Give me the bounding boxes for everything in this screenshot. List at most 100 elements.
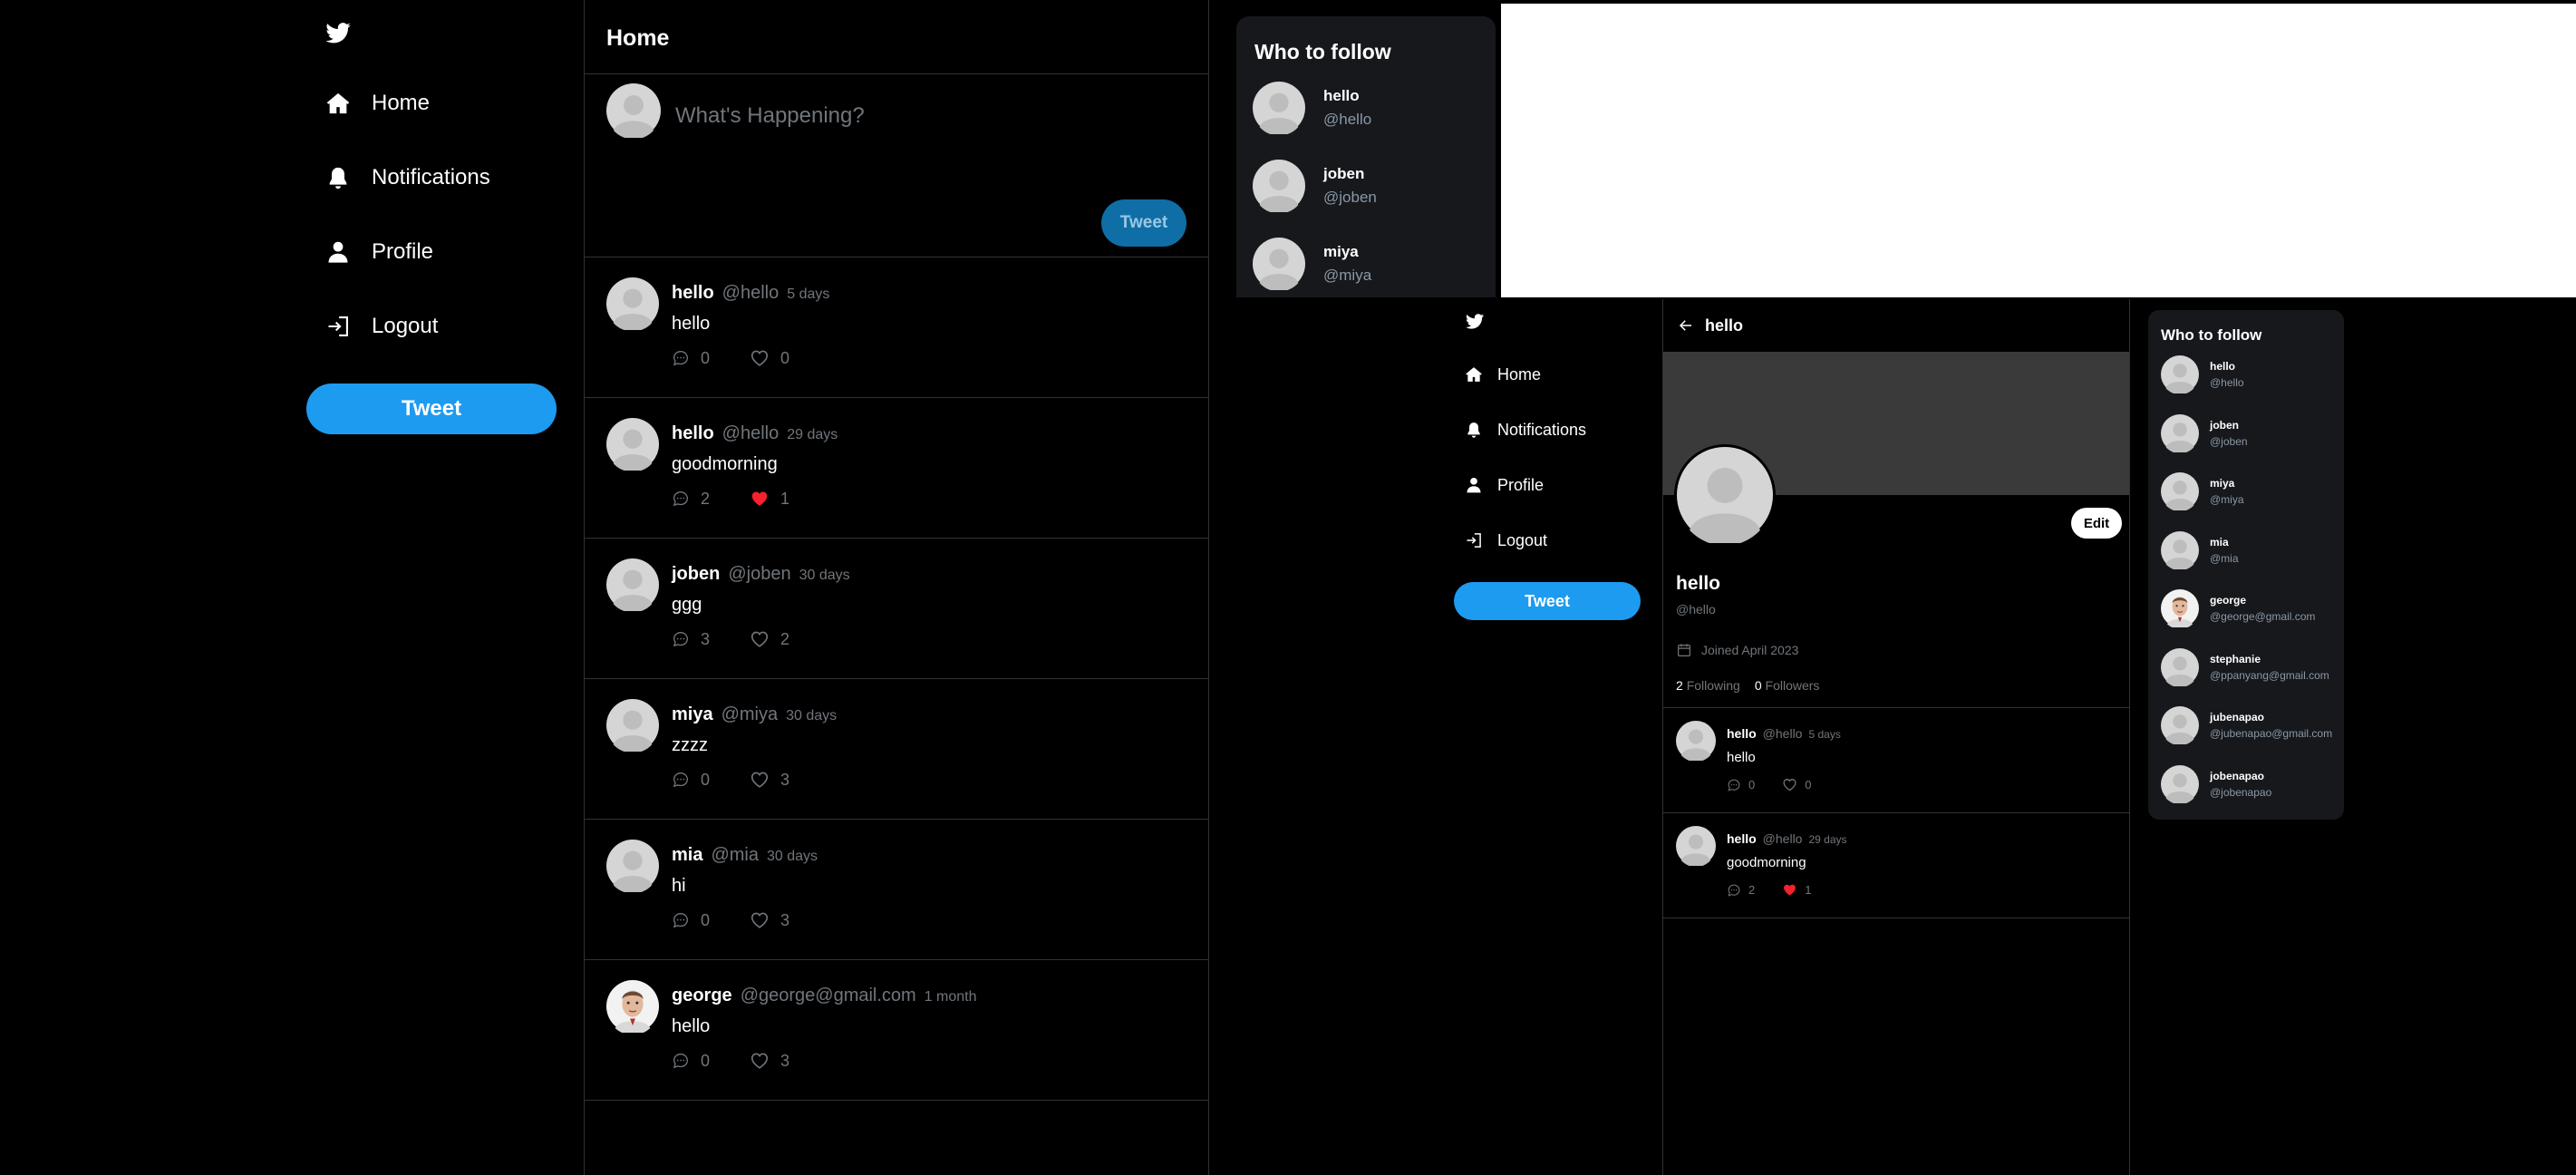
nav-item-notifications[interactable]: Notifications	[1465, 416, 1586, 443]
avatar	[2161, 706, 2199, 744]
following-link[interactable]: 2 Following	[1676, 678, 1740, 693]
home-feed: Home What's Happening? Tweet hello @hello…	[584, 0, 1209, 1175]
tweet-time: 30 days	[799, 568, 850, 583]
reply-button[interactable]: 0	[672, 770, 710, 790]
reply-button[interactable]: 2	[1727, 882, 1755, 898]
reply-count: 0	[701, 770, 711, 789]
tweet-item[interactable]: joben @joben 30 days ggg 3 2	[585, 539, 1208, 679]
author-name[interactable]: joben	[672, 564, 720, 585]
avatar	[1253, 160, 1305, 212]
author-name[interactable]: hello	[1727, 726, 1757, 741]
author-name[interactable]: miya	[672, 704, 713, 725]
calendar-icon	[1676, 642, 1692, 658]
twitter-logo-icon[interactable]	[324, 20, 352, 47]
nav-item-profile[interactable]: Profile	[1465, 471, 1544, 499]
user-icon	[1465, 476, 1483, 494]
bell-icon	[1465, 421, 1483, 439]
nav-item-profile[interactable]: Profile	[324, 232, 433, 272]
author-name[interactable]: hello	[672, 283, 714, 304]
reply-count: 3	[701, 629, 711, 648]
reply-button[interactable]: 0	[1727, 777, 1755, 792]
profile-page: hello Edit hello @hello Joined April 202…	[1662, 299, 2130, 1175]
suggested-user[interactable]: hello @hello	[2161, 355, 2339, 393]
nav-item-notifications[interactable]: Notifications	[324, 158, 490, 198]
suggested-user[interactable]: mia @mia	[2161, 531, 2339, 569]
suggested-user[interactable]: miya @miya	[2161, 472, 2339, 510]
like-button[interactable]: 3	[750, 1051, 789, 1071]
reply-button[interactable]: 2	[672, 489, 710, 509]
nav-item-logout[interactable]: Logout	[1465, 527, 1547, 554]
compose-input[interactable]: What's Happening?	[675, 103, 865, 129]
avatar[interactable]	[606, 980, 659, 1033]
profile-handle: @hello	[1676, 602, 1716, 617]
reply-button[interactable]: 0	[672, 348, 710, 368]
like-button[interactable]: 3	[750, 910, 789, 930]
avatar	[606, 83, 661, 138]
like-button[interactable]: 3	[750, 770, 789, 790]
like-button[interactable]: 0	[1782, 777, 1811, 792]
suggested-user-handle: @joben	[1323, 189, 1377, 206]
avatar[interactable]	[606, 840, 659, 892]
suggested-user[interactable]: joben @joben	[1253, 160, 1377, 212]
profile-avatar	[1674, 444, 1776, 546]
suggested-user[interactable]: stephanie @ppanyang@gmail.com	[2161, 648, 2339, 686]
tweet-item[interactable]: mia @mia 30 days hi 0 3	[585, 820, 1208, 960]
author-name[interactable]: mia	[672, 845, 702, 866]
author-name[interactable]: hello	[672, 423, 714, 444]
author-name[interactable]: hello	[1727, 831, 1757, 846]
like-button[interactable]: 2	[750, 629, 789, 649]
tweet-item[interactable]: hello @hello 5 days hello 0 0	[585, 257, 1208, 398]
back-arrow-icon[interactable]	[1678, 317, 1694, 334]
like-button[interactable]: 0	[750, 348, 789, 368]
tweet-header: hello @hello 5 days	[1727, 726, 1841, 741]
twitter-logo-icon[interactable]	[1465, 312, 1485, 332]
nav-item-home[interactable]: Home	[1465, 361, 1541, 388]
suggested-user[interactable]: george @george@gmail.com	[2161, 589, 2339, 627]
nav-label: Home	[1497, 364, 1542, 384]
heart-icon	[750, 348, 770, 368]
author-handle: @hello	[1762, 726, 1803, 741]
avatar[interactable]	[606, 418, 659, 471]
heart-icon	[750, 1051, 770, 1071]
nav-item-logout[interactable]: Logout	[324, 306, 438, 346]
tweet-item[interactable]: hello @hello 5 days hello 0 0	[1663, 708, 2129, 813]
followers-link[interactable]: 0 Followers	[1755, 678, 1820, 693]
like-button[interactable]: 1	[1782, 882, 1811, 898]
tweet-header: joben @joben 30 days	[672, 564, 850, 585]
avatar[interactable]	[606, 558, 659, 611]
tweet-item[interactable]: miya @miya 30 days zzzz 0 3	[585, 679, 1208, 820]
suggested-user[interactable]: joben @joben	[2161, 414, 2339, 452]
suggested-user[interactable]: jobenapao @jobenapao	[2161, 765, 2339, 803]
reply-count: 2	[701, 489, 711, 508]
suggested-user[interactable]: hello @hello	[1253, 82, 1371, 134]
suggested-user[interactable]: miya @miya	[1253, 238, 1371, 290]
suggested-user[interactable]: jubenapao @jubenapao@gmail.com	[2161, 706, 2339, 744]
like-button[interactable]: 1	[750, 489, 789, 509]
author-name[interactable]: george	[672, 986, 732, 1006]
like-count: 1	[780, 489, 790, 508]
home-icon	[324, 90, 352, 117]
tweet-text: ggg	[672, 595, 702, 615]
avatar[interactable]	[606, 277, 659, 330]
reply-button[interactable]: 3	[672, 629, 710, 649]
nav-label: Logout	[372, 314, 439, 338]
tweet-item[interactable]: hello @hello 29 days goodmorning 2 1	[1663, 813, 2129, 918]
profile-header-title: hello	[1705, 316, 1744, 335]
avatar[interactable]	[606, 699, 659, 752]
tweet-item[interactable]: hello @hello 29 days goodmorning 2 1	[585, 398, 1208, 539]
tweet-button[interactable]: Tweet	[1454, 582, 1641, 620]
compose-box: What's Happening? Tweet	[585, 74, 1208, 257]
reply-icon	[672, 630, 690, 648]
author-handle: @hello	[721, 423, 780, 443]
tweet-button[interactable]: Tweet	[306, 384, 557, 434]
reply-button[interactable]: 0	[672, 910, 710, 930]
tweet-item[interactable]: george @george@gmail.com 1 month hello 0 3	[585, 960, 1208, 1101]
followers-label: Followers	[1765, 678, 1820, 693]
avatar[interactable]	[1676, 721, 1716, 761]
nav-item-home[interactable]: Home	[324, 83, 430, 123]
avatar[interactable]	[1676, 826, 1716, 866]
compose-tweet-button[interactable]: Tweet	[1101, 199, 1186, 247]
tweet-header: mia @mia 30 days	[672, 845, 818, 866]
reply-button[interactable]: 0	[672, 1051, 710, 1071]
edit-profile-button[interactable]: Edit	[2071, 508, 2122, 539]
